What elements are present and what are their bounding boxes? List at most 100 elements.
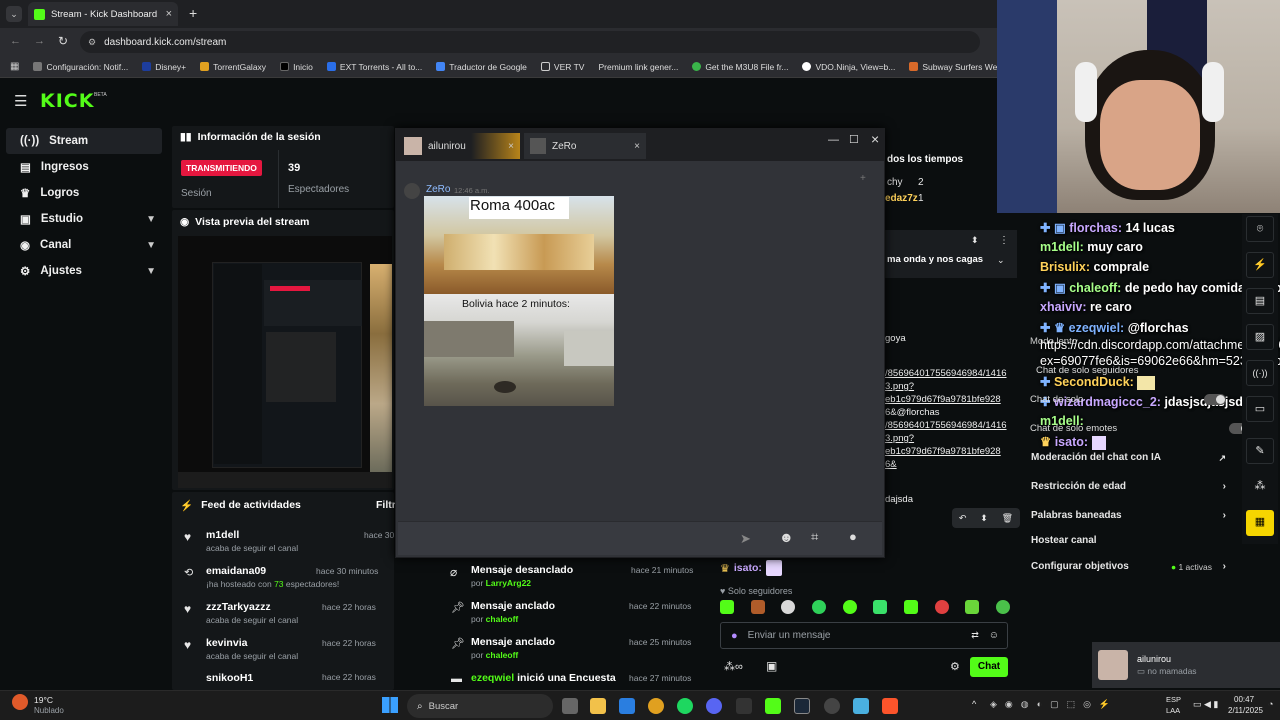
epic-games-icon[interactable] — [736, 698, 752, 714]
bookmark-item[interactable]: Get the M3U8 File fr... — [692, 62, 788, 72]
stream-preview-video[interactable] — [178, 236, 392, 488]
sidebar-item-ajustes[interactable]: ⚙ Ajustes ▼ — [6, 258, 162, 284]
mic-icon[interactable]: ● — [849, 529, 857, 544]
emote-icon[interactable] — [995, 600, 1010, 614]
emote-icon[interactable] — [781, 600, 796, 614]
emote-icon[interactable] — [720, 600, 734, 614]
clock-date[interactable]: 2/11/2025 — [1228, 706, 1263, 715]
close-icon[interactable]: × — [508, 141, 514, 152]
tray-icons[interactable]: ◈◉◍◐▢⬚◎⚡ — [990, 699, 1118, 710]
bookmark-item[interactable]: Traductor de Google — [436, 62, 527, 72]
wrench-icon[interactable]: ✎ — [1246, 438, 1274, 464]
chevron-down-icon[interactable]: ⌄ — [997, 255, 1005, 266]
bookmark-item[interactable]: Configuración: Notif... — [33, 62, 128, 72]
broadcast-icon[interactable]: ((·)) — [1246, 360, 1274, 386]
discord-message-input[interactable]: ➤ ☻ ⌗ ● — [398, 521, 882, 555]
trash-icon[interactable]: 🗑︎ — [1002, 513, 1013, 524]
settings-item-ai-moderation[interactable]: Moderación del chat con IA ↗ — [1024, 446, 1232, 475]
message-avatar[interactable] — [404, 183, 420, 199]
feed-filter-button[interactable]: Filtr — [376, 499, 396, 511]
emote-icon[interactable] — [750, 600, 765, 614]
obs-icon[interactable] — [824, 698, 840, 714]
network-icon[interactable]: ▭ ◀ ▮ — [1193, 699, 1218, 710]
clock-time[interactable]: 00:47 — [1234, 695, 1254, 704]
bookmark-item[interactable]: Subway Surfers Web — [909, 62, 1000, 72]
sidebar-item-estudio[interactable]: ▣ Estudio ▼ — [6, 206, 162, 232]
site-info-icon[interactable]: ⚙ — [88, 37, 96, 48]
attach-icon[interactable]: ⌗ — [811, 529, 818, 545]
steam-icon[interactable] — [794, 698, 810, 714]
message-author[interactable]: ZeRo — [426, 184, 450, 195]
gift-icon[interactable]: ▣ — [766, 659, 777, 673]
settings-item-host[interactable]: Hostear canal — [1024, 529, 1232, 555]
browser-tab[interactable]: Stream - Kick Dashboard × — [28, 2, 178, 26]
pin-icon[interactable]: ⬍ — [971, 235, 979, 246]
sidebar-item-stream[interactable]: ((·)) Stream — [6, 128, 162, 154]
tab-search-button[interactable]: ⌄ — [6, 6, 22, 22]
language-layout[interactable]: LAA — [1166, 706, 1180, 715]
send-chat-button[interactable]: Chat — [970, 657, 1008, 677]
back-icon[interactable]: ← — [10, 35, 21, 47]
points-icon[interactable]: ⁂∞ — [724, 660, 743, 673]
apps-icon[interactable]: ▦ — [10, 61, 19, 72]
brave-icon[interactable] — [882, 698, 898, 714]
chevron-up-icon[interactable]: ^ — [972, 699, 976, 709]
notification-toast[interactable]: ailunirou ▭ no mamadas — [1092, 642, 1280, 688]
tool-button[interactable]: ▤ — [1246, 288, 1274, 314]
sidebar-item-logros[interactable]: ♛ Logros — [6, 180, 162, 206]
emote-icon[interactable] — [965, 600, 980, 614]
emoji-icon[interactable]: ☻ — [779, 529, 794, 545]
translate-icon[interactable]: ⇄ — [971, 630, 979, 641]
clapper-icon[interactable]: ▦ — [1246, 510, 1274, 536]
apps-icon[interactable]: ⁂ — [1246, 474, 1274, 500]
new-tab-button[interactable]: + — [189, 5, 197, 21]
bookmark-item[interactable]: EXT Torrents - All to... — [326, 62, 422, 72]
task-view-icon[interactable] — [562, 698, 578, 714]
emote-icon[interactable] — [873, 600, 888, 614]
sidebar-item-ingresos[interactable]: ▤ Ingresos — [6, 154, 162, 180]
pin-icon[interactable]: ⬍ — [980, 513, 988, 524]
tool-button[interactable]: ▭ — [1246, 396, 1274, 422]
close-icon[interactable]: × — [871, 131, 879, 147]
sidebar-item-canal[interactable]: ◉ Canal ▼ — [6, 232, 162, 258]
bookmark-item[interactable]: Inicio — [280, 62, 313, 72]
url-field[interactable]: ⚙ dashboard.kick.com/stream — [80, 31, 980, 53]
add-reaction-icon[interactable]: + — [860, 173, 866, 184]
emote-icon[interactable] — [811, 600, 826, 614]
emote-icon[interactable] — [934, 600, 949, 614]
kick-logo[interactable]: KICK — [40, 90, 94, 112]
chrome-icon[interactable] — [648, 698, 664, 714]
bookmark-item[interactable]: Premium link gener... — [598, 62, 678, 72]
weather-icon[interactable] — [12, 694, 28, 710]
forward-icon[interactable]: → — [34, 35, 45, 47]
reload-icon[interactable]: ↻ — [58, 34, 68, 48]
discord-icon[interactable] — [706, 698, 722, 714]
bookmark-item[interactable]: VER TV — [540, 62, 584, 72]
minimize-icon[interactable]: — — [828, 134, 839, 146]
file-explorer-icon[interactable] — [590, 698, 606, 714]
tool-button[interactable]: ▨ — [1246, 324, 1274, 350]
spotify-icon[interactable] — [677, 698, 693, 714]
kick-icon[interactable] — [765, 698, 781, 714]
taskbar-search[interactable]: ⌕ Buscar — [407, 694, 553, 718]
close-icon[interactable]: × — [634, 141, 640, 152]
close-icon[interactable]: × — [166, 8, 172, 20]
meme-image[interactable]: Roma 400ac Bolivia hace 2 minutos: — [424, 196, 614, 406]
app-icon[interactable] — [619, 698, 635, 714]
settings-item-age-restriction[interactable]: Restricción de edad › — [1024, 475, 1232, 504]
bookmark-item[interactable]: Disney+ — [142, 62, 186, 72]
discord-tab-active[interactable]: ZeRo × — [524, 133, 646, 159]
reply-icon[interactable]: ↶ — [959, 513, 967, 524]
bookmark-item[interactable]: TorrentGalaxy — [200, 62, 266, 72]
menu-icon[interactable]: ☰ — [14, 92, 27, 110]
windows-start-icon[interactable] — [382, 697, 398, 713]
mic-icon[interactable]: ● — [731, 630, 738, 642]
bookmark-item[interactable]: VDO.Ninja, View=b... — [802, 62, 895, 72]
chat-input[interactable]: ● Enviar un mensaje ⇄ ☺ — [720, 622, 1008, 649]
notification-bell-icon[interactable]: ◔ — [1268, 699, 1273, 709]
pinned-message[interactable]: ma onda y nos cagas ⬍ ⋮ ⌄ — [885, 230, 1017, 278]
settings-icon[interactable]: ⚙ — [950, 660, 960, 673]
discord-tab[interactable]: ailunirou × — [398, 133, 520, 159]
notepad-icon[interactable] — [853, 698, 869, 714]
language-code[interactable]: ESP — [1166, 695, 1181, 704]
